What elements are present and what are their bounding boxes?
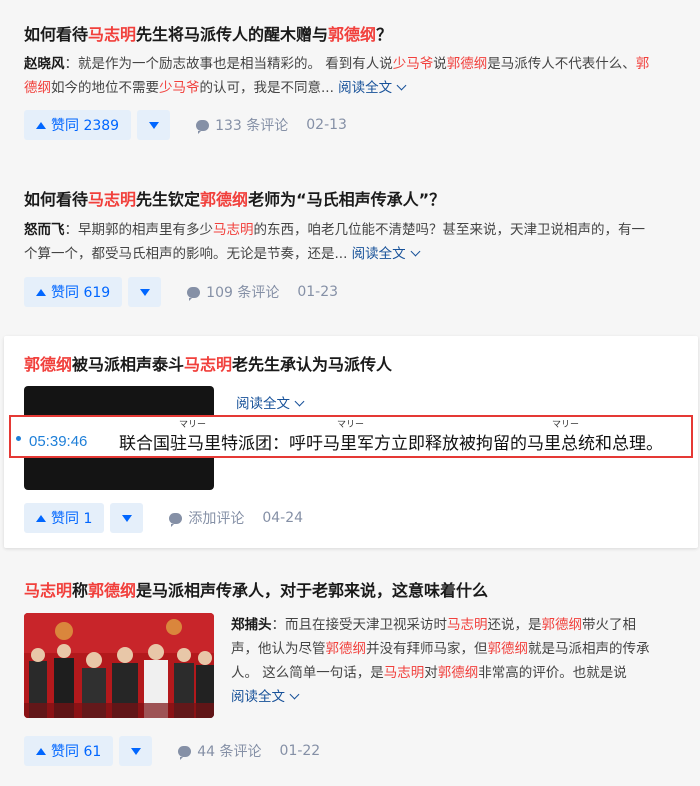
article-thumbnail[interactable] [24,613,214,718]
date-label: 02-13 [306,117,347,133]
comment-bubble-icon [196,119,210,134]
answer-card: 如何看待马志明先生将马派传人的醒木赠与郭德纲？ 赵晓风：就是作为一个励志故事也是… [0,0,700,160]
triangle-down-icon [139,288,150,296]
chevron-down-icon [289,689,300,700]
question-title[interactable]: 马志明称郭德纲是马派相声传承人，对于老郭来说，这意味着什么 [24,580,488,602]
stage-photo [24,613,214,718]
answer-excerpt[interactable]: 怒而飞：早期郭的相声里有多少马志明的东西，咱老几位能不清楚吗？甚至来说，天津卫说… [24,218,676,266]
comment-button[interactable]: 44 条评论 [178,741,262,761]
triangle-up-icon [36,747,46,755]
upvote-button[interactable]: 赞同 619 [24,277,123,307]
read-more-link[interactable]: 阅读全文 [236,392,305,412]
author-name: 怒而飞 [24,222,65,238]
action-bar: 赞同 1 添加评论 04-24 [24,503,303,533]
comment-button[interactable]: 109 条评论 [187,282,279,302]
read-more-link[interactable]: 阅读全文 [231,689,300,705]
downvote-button[interactable] [110,503,144,533]
bullet-icon [16,436,21,441]
downvote-button[interactable] [128,277,162,307]
triangle-up-icon [36,288,46,296]
read-more-link[interactable]: 阅读全文 [352,246,421,262]
comment-bubble-icon [187,286,201,301]
comment-button[interactable]: 133 条评论 [196,115,288,135]
video-title[interactable]: 郭德纲被马派相声泰斗马志明老先生承认为马派传人 [24,354,392,376]
date-label: 01-23 [297,284,339,300]
downvote-button[interactable] [119,736,153,766]
triangle-up-icon [36,514,46,522]
answer-excerpt[interactable]: 郑捕头：而且在接受天津卫视采访时马志明还说，是郭德纲带火了相 声，他认为尽管郭德… [231,613,681,709]
chevron-down-icon [410,246,421,257]
subtitle-overlay: 05:39:46 マリー マリー マリー 联合国驻马里特派团：呼吁马里军方立即释… [9,415,693,458]
date-label: 01-22 [279,743,321,759]
answer-excerpt[interactable]: 赵晓风：就是作为一个励志故事也是相当精彩的。 看到有人说少马爷说郭德纲是马派传人… [24,52,676,100]
upvote-button[interactable]: 赞同 61 [24,736,114,766]
triangle-down-icon [130,747,141,755]
author-name: 赵晓风 [24,56,65,72]
comment-button[interactable]: 添加评论 [169,508,244,528]
triangle-down-icon [148,121,159,129]
triangle-down-icon [121,514,132,522]
action-bar: 赞同 619 109 条评论 01-23 [24,277,338,307]
action-bar: 赞同 2389 133 条评论 02-13 [24,110,347,140]
subtitle-text: 联合国驻马里特派团：呼吁马里军方立即释放被拘留的马里总统和总理。 [119,434,663,454]
read-more-link[interactable]: 阅读全文 [338,80,407,96]
question-title[interactable]: 如何看待马志明先生将马派传人的醒木赠与郭德纲？ [24,24,392,46]
action-bar: 赞同 61 44 条评论 01-22 [24,736,320,766]
comment-bubble-icon [169,512,183,527]
author-name: 郑捕头 [231,617,272,633]
chevron-down-icon [396,80,407,91]
upvote-button[interactable]: 赞同 1 [24,503,105,533]
triangle-up-icon [36,121,46,129]
upvote-button[interactable]: 赞同 2389 [24,110,132,140]
chevron-down-icon [294,396,305,407]
comment-bubble-icon [178,745,192,760]
answer-card: 如何看待马志明先生钦定郭德纲老师为“马氏相声传承人”？ 怒而飞：早期郭的相声里有… [0,168,700,328]
timestamp: 05:39:46 [29,433,88,450]
downvote-button[interactable] [137,110,171,140]
date-label: 04-24 [262,510,304,526]
question-title[interactable]: 如何看待马志明先生钦定郭德纲老师为“马氏相声传承人”？ [24,189,445,211]
